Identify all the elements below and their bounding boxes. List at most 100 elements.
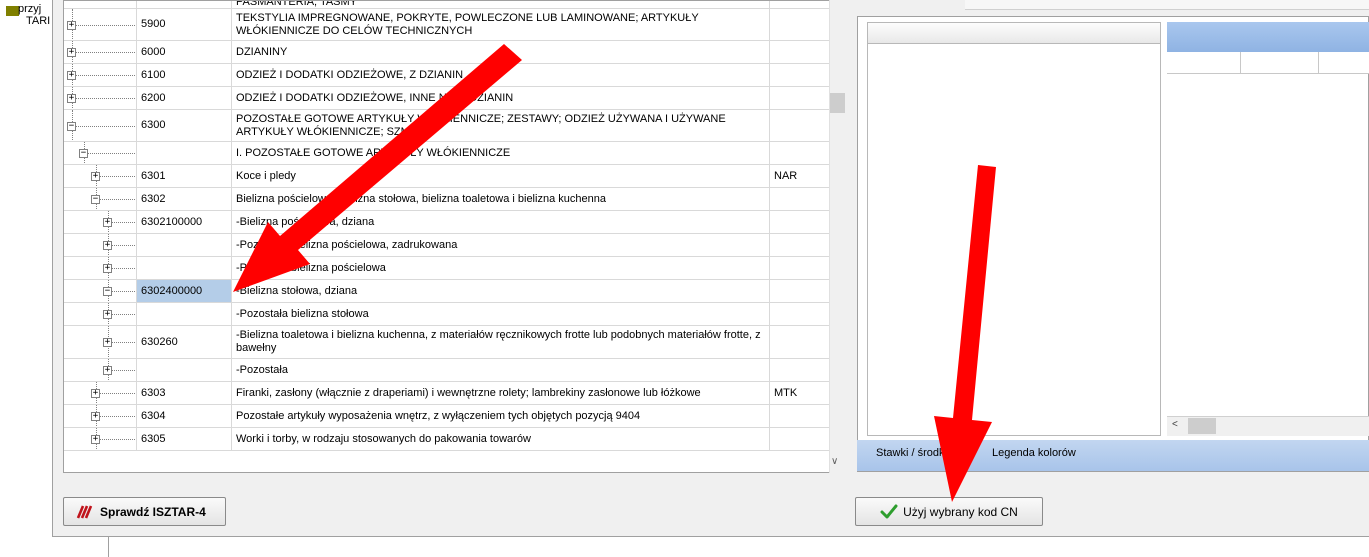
- unit-cell[interactable]: [770, 257, 830, 279]
- cn-code-cell[interactable]: 6304: [137, 405, 232, 427]
- table-row[interactable]: +5900 TEKSTYLIA IMPREGNOWANE, POKRYTE, PO…: [64, 9, 830, 41]
- expand-icon[interactable]: +: [67, 48, 76, 57]
- cn-code-cell[interactable]: [137, 359, 232, 381]
- cn-code-cell[interactable]: 6300: [137, 110, 232, 141]
- expand-icon[interactable]: +: [91, 412, 100, 421]
- expand-icon[interactable]: +: [103, 366, 112, 375]
- table-row[interactable]: +630260 -Bielizna toaletowa i bielizna ku…: [64, 326, 830, 359]
- unit-cell[interactable]: [770, 428, 830, 450]
- description-cell[interactable]: -Pozostała bielizna pościelowa: [232, 257, 770, 279]
- tree-cell[interactable]: +: [64, 405, 137, 427]
- collapse-icon[interactable]: −: [79, 149, 88, 158]
- table-row[interactable]: +6301 Koce i pledy NAR: [64, 165, 830, 188]
- description-cell[interactable]: Firanki, zasłony (włącznie z draperiami)…: [232, 382, 770, 404]
- unit-cell[interactable]: [770, 188, 830, 210]
- cn-code-cell[interactable]: [137, 303, 232, 325]
- cn-code-cell[interactable]: 6302400000: [137, 280, 232, 302]
- tree-cell[interactable]: +: [64, 428, 137, 450]
- unit-cell[interactable]: [770, 326, 830, 358]
- check-isztar-button[interactable]: Sprawdź ISZTAR-4: [63, 497, 226, 526]
- expand-icon[interactable]: +: [91, 389, 100, 398]
- table-row[interactable]: +6100 ODZIEŻ I DODATKI ODZIEŻOWE, Z DZIAN…: [64, 64, 830, 87]
- cn-code-cell[interactable]: 6100: [137, 64, 232, 86]
- cn-code-cell[interactable]: 6301: [137, 165, 232, 187]
- unit-cell[interactable]: NAR: [770, 165, 830, 187]
- table-row[interactable]: + -Pozostała bielizna stołowa: [64, 303, 830, 326]
- description-cell[interactable]: Pozostałe artykuły wyposażenia wnętrz, z…: [232, 405, 770, 427]
- tree-cell[interactable]: +: [64, 41, 137, 63]
- expand-icon[interactable]: +: [103, 218, 112, 227]
- description-cell[interactable]: TEKSTYLIA IMPREGNOWANE, POKRYTE, POWLECZ…: [232, 9, 770, 40]
- unit-cell[interactable]: MTK: [770, 382, 830, 404]
- scrollbar-thumb[interactable]: [830, 93, 845, 113]
- cn-code-tree-grid[interactable]: PASMANTERIA; TAŚMY +5900 TEKSTYLIA IMPREG…: [63, 0, 846, 473]
- details-list[interactable]: [867, 44, 1161, 436]
- unit-cell[interactable]: [770, 234, 830, 256]
- table-row[interactable]: +6304 Pozostałe artykuły wyposażenia wnęt…: [64, 405, 830, 428]
- table-row[interactable]: − 6302400000 -Bielizna stołowa, dziana: [64, 280, 830, 303]
- cn-code-cell[interactable]: 6302: [137, 188, 232, 210]
- expand-icon[interactable]: +: [91, 172, 100, 181]
- tree-cell[interactable]: +: [64, 359, 137, 381]
- table-row[interactable]: +6200 ODZIEŻ I DODATKI ODZIEŻOWE, INNE NI…: [64, 87, 830, 110]
- unit-cell[interactable]: [770, 87, 830, 109]
- cn-code-cell[interactable]: 6200: [137, 87, 232, 109]
- unit-cell[interactable]: [770, 280, 830, 302]
- table-row[interactable]: − 6302 Bielizna pościelowa, bielizna stoło…: [64, 188, 830, 211]
- unit-cell[interactable]: [770, 41, 830, 63]
- tree-cell[interactable]: −: [64, 142, 137, 164]
- table-row[interactable]: +6302100000 -Bielizna pościelowa, dziana: [64, 211, 830, 234]
- tree-cell[interactable]: +: [64, 165, 137, 187]
- description-cell[interactable]: I. POZOSTAŁE GOTOWE ARTYKUŁY WŁÓKIENNICZ…: [232, 142, 770, 164]
- table-row[interactable]: PASMANTERIA; TAŚMY: [64, 1, 830, 9]
- tree-cell[interactable]: +: [64, 326, 137, 358]
- expand-icon[interactable]: +: [67, 94, 76, 103]
- tree-cell[interactable]: +: [64, 87, 137, 109]
- description-cell[interactable]: Worki i torby, w rodzaju stosowanych do …: [232, 428, 770, 450]
- cn-code-cell[interactable]: 6305: [137, 428, 232, 450]
- expand-icon[interactable]: +: [67, 21, 76, 30]
- scrollbar-thumb[interactable]: [1188, 418, 1216, 434]
- description-cell[interactable]: POZOSTAŁE GOTOWE ARTYKUŁY WŁÓKIENNICZE; …: [232, 110, 770, 141]
- tree-cell[interactable]: +: [64, 382, 137, 404]
- table-row[interactable]: − 6300 POZOSTAŁE GOTOWE ARTYKUŁY WŁÓKIENNI…: [64, 110, 830, 142]
- tree-cell[interactable]: −: [64, 280, 137, 302]
- description-cell[interactable]: -Bielizna toaletowa i bielizna kuchenna,…: [232, 326, 770, 358]
- cn-code-cell[interactable]: 5900: [137, 9, 232, 40]
- description-cell[interactable]: -Bielizna pościelowa, dziana: [232, 211, 770, 233]
- unit-cell[interactable]: [770, 142, 830, 164]
- unit-cell[interactable]: [770, 405, 830, 427]
- tree-cell[interactable]: −: [64, 188, 137, 210]
- unit-cell[interactable]: [770, 303, 830, 325]
- description-cell[interactable]: -Pozostała bielizna stołowa: [232, 303, 770, 325]
- scroll-down-icon[interactable]: ∨: [831, 456, 838, 467]
- expand-icon[interactable]: +: [103, 241, 112, 250]
- expand-icon[interactable]: +: [103, 338, 112, 347]
- expand-icon[interactable]: +: [103, 264, 112, 273]
- description-cell[interactable]: -Pozostała: [232, 359, 770, 381]
- tree-cell[interactable]: +: [64, 257, 137, 279]
- tree-cell[interactable]: +: [64, 234, 137, 256]
- tree-cell[interactable]: +: [64, 211, 137, 233]
- table-row[interactable]: +6305 Worki i torby, w rodzaju stosowanyc…: [64, 428, 830, 451]
- description-cell[interactable]: Bielizna pościelowa, bielizna stołowa, b…: [232, 188, 770, 210]
- collapse-icon[interactable]: −: [67, 122, 76, 131]
- cn-code-cell[interactable]: 6303: [137, 382, 232, 404]
- unit-cell[interactable]: [770, 9, 830, 40]
- table-row[interactable]: − I. POZOSTAŁE GOTOWE ARTYKUŁY WŁÓKIENNIC…: [64, 142, 830, 165]
- unit-cell[interactable]: [770, 211, 830, 233]
- table-row[interactable]: +6000 DZIANINY: [64, 41, 830, 64]
- description-cell[interactable]: ODZIEŻ I DODATKI ODZIEŻOWE, INNE NIŻ Z D…: [232, 87, 770, 109]
- description-cell[interactable]: Koce i pledy: [232, 165, 770, 187]
- description-cell[interactable]: -Bielizna stołowa, dziana: [232, 280, 770, 302]
- tree-cell[interactable]: +: [64, 303, 137, 325]
- tree-cell[interactable]: −: [64, 110, 137, 141]
- cn-code-cell[interactable]: 6000: [137, 41, 232, 63]
- expand-icon[interactable]: +: [67, 71, 76, 80]
- cn-code-cell[interactable]: 6302100000: [137, 211, 232, 233]
- description-cell[interactable]: -Pozostała bielizna pościelowa, zadrukow…: [232, 234, 770, 256]
- table-row[interactable]: + -Pozostała: [64, 359, 830, 382]
- expand-icon[interactable]: +: [91, 435, 100, 444]
- unit-cell[interactable]: [770, 64, 830, 86]
- table-row[interactable]: +6303 Firanki, zasłony (włącznie z draper…: [64, 382, 830, 405]
